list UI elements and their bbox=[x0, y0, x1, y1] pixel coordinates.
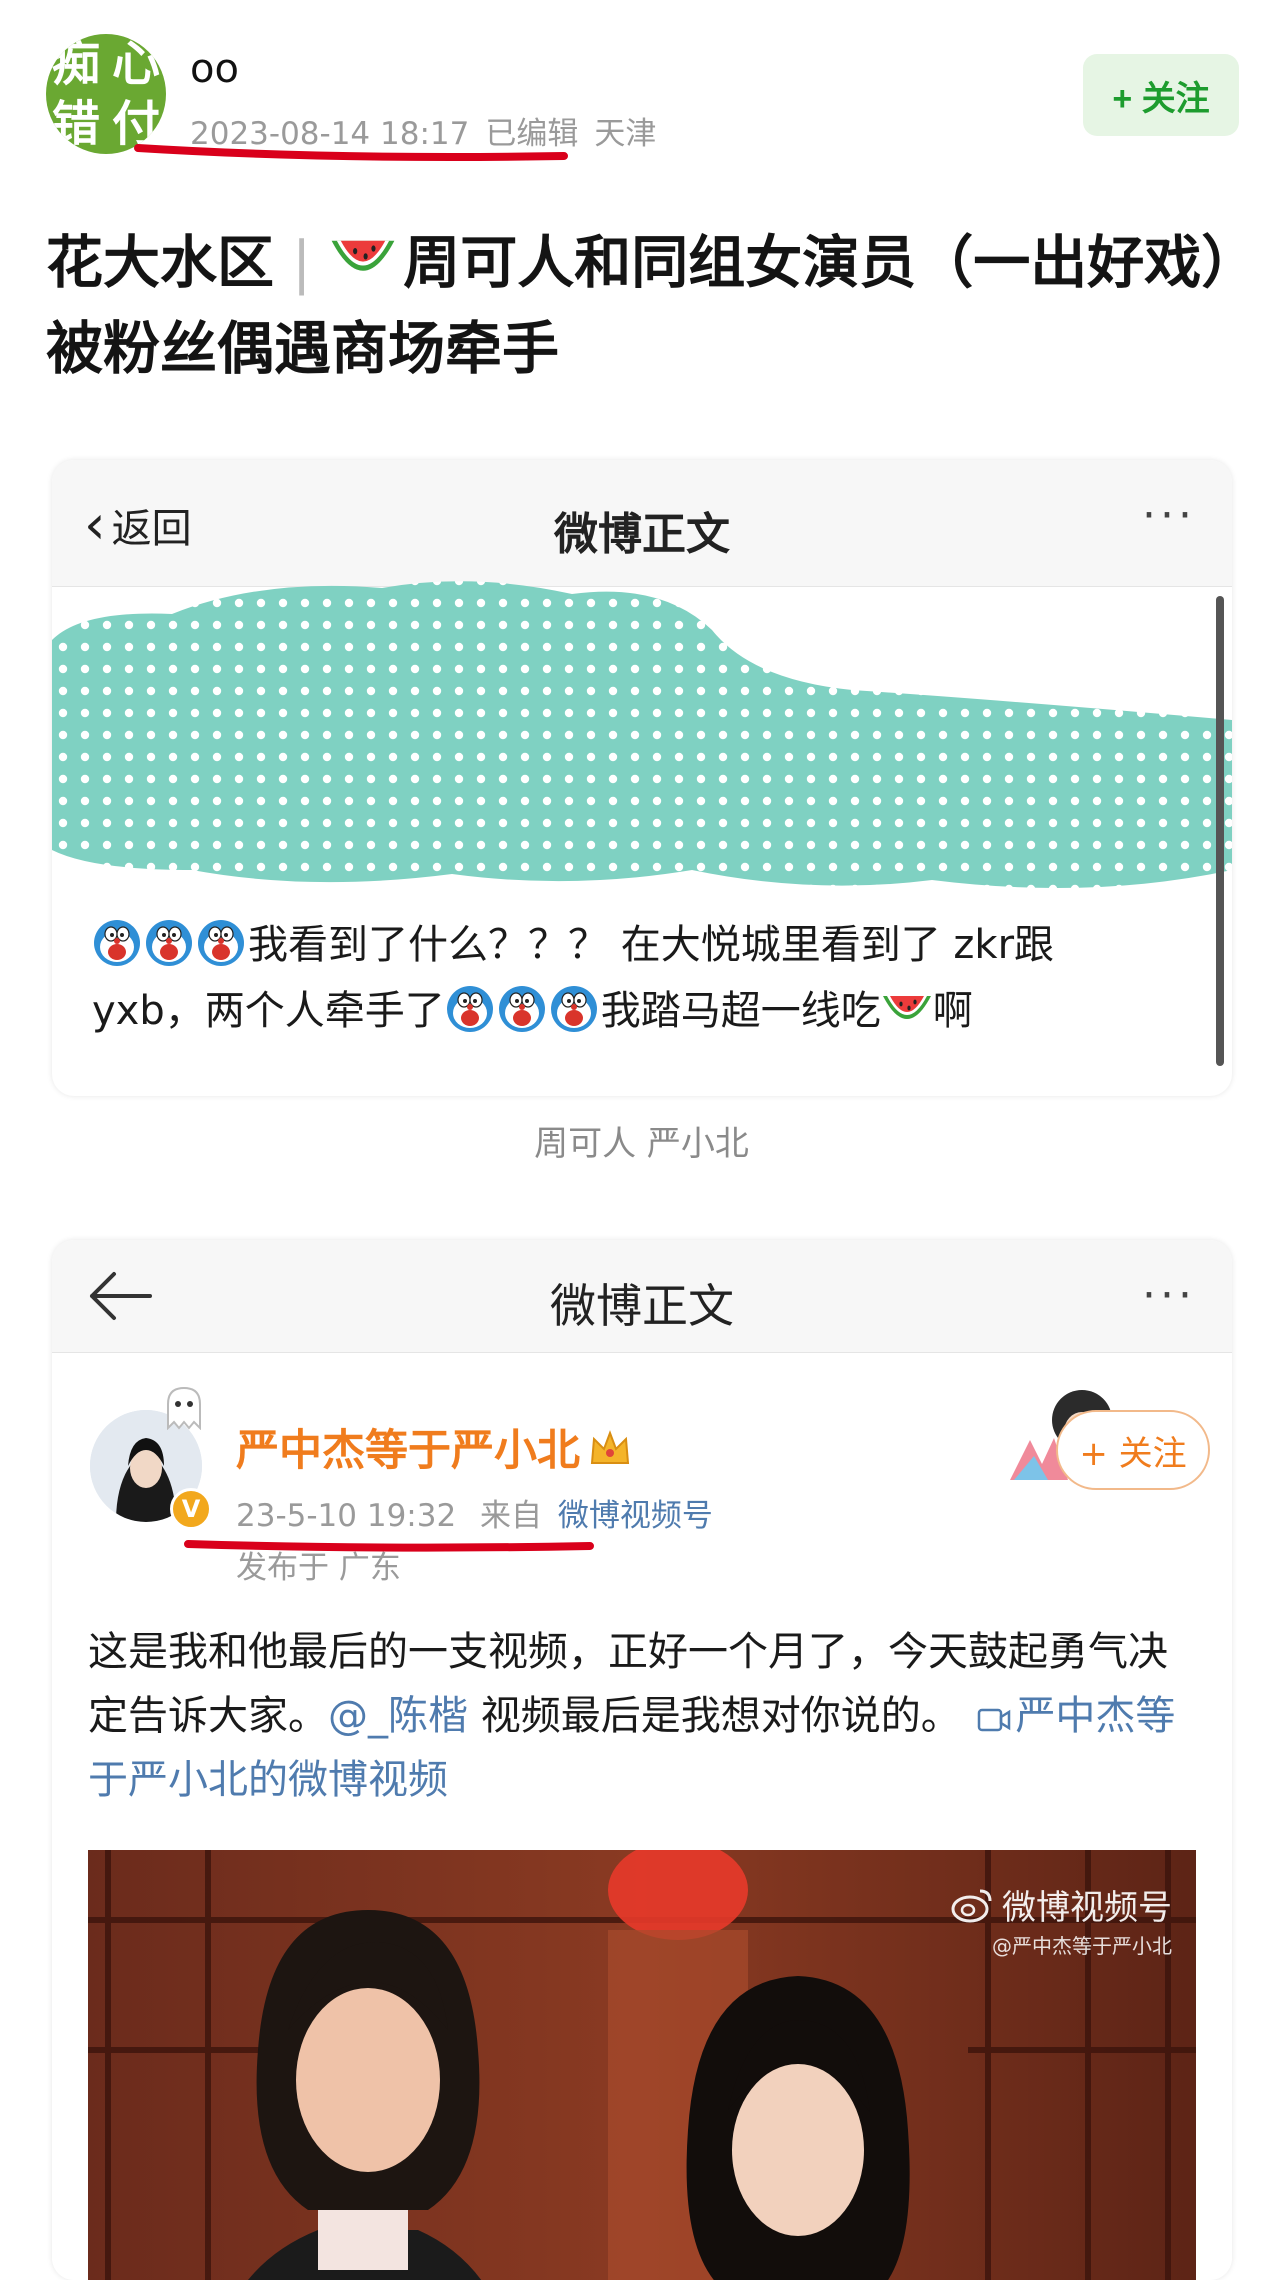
watermelon-emoji-icon bbox=[329, 230, 397, 288]
video-watermark-handle: @严中杰等于严小北 bbox=[992, 1934, 1172, 1958]
avatar-char: 心 bbox=[111, 36, 160, 92]
avatar-char: 痴 bbox=[51, 36, 100, 92]
avatar-char: 付 bbox=[111, 96, 160, 152]
mention-link[interactable]: @_陈楷 bbox=[328, 1693, 468, 1739]
weibo-post-text: 这是我和他最后的一支视频，正好一个月了，今天鼓起勇气决定告诉大家。@_陈楷 视频… bbox=[88, 1620, 1198, 1812]
source-prefix: 来自 bbox=[480, 1498, 543, 1534]
post-meta: 2023-08-14 18:17 已编辑 天津 bbox=[190, 108, 672, 153]
username-text: 严中杰等于严小北 bbox=[236, 1426, 580, 1476]
doraemon-emoji-icon bbox=[144, 918, 194, 968]
more-icon[interactable]: ··· bbox=[1142, 1270, 1196, 1321]
scrollbar[interactable] bbox=[1216, 596, 1224, 1066]
avatar-char: 错 bbox=[51, 96, 100, 152]
follow-button[interactable]: + 关注 bbox=[1083, 54, 1239, 136]
author-name[interactable]: oo bbox=[190, 46, 239, 92]
post-text-part: 我踏马超一线吃 bbox=[600, 988, 881, 1034]
doraemon-emoji-icon bbox=[497, 984, 547, 1034]
video-icon bbox=[978, 1708, 1011, 1732]
title-separator: | bbox=[292, 230, 312, 296]
video-thumbnail[interactable]: 微博视频号 @严中杰等于严小北 bbox=[88, 1850, 1196, 2280]
nav-title: 微博正文 bbox=[554, 509, 730, 560]
post-text-part: 视频最后是我想对你说的。 bbox=[468, 1693, 961, 1739]
weibo-username[interactable]: 严中杰等于严小北 bbox=[236, 1416, 632, 1478]
doraemon-emoji-icon bbox=[196, 918, 246, 968]
weibo-logo-icon bbox=[951, 1889, 992, 1922]
verified-badge: V bbox=[170, 1488, 212, 1530]
weibo-screenshot-2: 微博正文 ··· V 严中杰等于严小北 23-5-10 19:32 来自 微博视… bbox=[52, 1240, 1232, 2280]
post-location: 发布于 广东 bbox=[236, 1550, 401, 1586]
post-text-part: 啊 bbox=[932, 988, 973, 1034]
weibo-nav-bar: ‹ 返回 微博正文 ··· bbox=[52, 460, 1232, 587]
doraemon-emoji-icon bbox=[549, 984, 599, 1034]
image-caption: 周可人 严小北 bbox=[534, 1124, 749, 1164]
post-timestamp: 23-5-10 19:32 来自 微博视频号 bbox=[236, 1490, 713, 1535]
source-link[interactable]: 微博视频号 bbox=[558, 1498, 713, 1534]
post-text-part: 我看到了什么？？？ 在大悦城里看到了 zkr跟 bbox=[248, 922, 1055, 968]
doraemon-emoji-icon bbox=[445, 984, 495, 1034]
edited-label: 已编辑 bbox=[485, 116, 579, 152]
more-icon[interactable]: ··· bbox=[1142, 490, 1196, 541]
mosaic-blur-overlay bbox=[52, 581, 1232, 888]
weibo-post-body: V 严中杰等于严小北 23-5-10 19:32 来自 微博视频号 发布于 广东… bbox=[52, 1370, 1232, 2280]
doraemon-emoji-icon bbox=[92, 918, 142, 968]
follow-button[interactable]: + 关注 bbox=[1056, 1410, 1210, 1490]
video-watermark: 微博视频号 bbox=[950, 1880, 1172, 1929]
ghost-icon bbox=[167, 1386, 201, 1430]
timestamp-text: 23-5-10 19:32 bbox=[236, 1498, 457, 1534]
post-date: 2023-08-14 18:17 bbox=[190, 116, 470, 152]
crown-icon bbox=[590, 1430, 630, 1464]
title-prefix: 花大水区 bbox=[46, 230, 274, 296]
watermark-text: 微博视频号 bbox=[1002, 1888, 1172, 1928]
nav-title: 微博正文 bbox=[550, 1279, 734, 1333]
post-text-part: yxb，两个人牵手了 bbox=[92, 988, 445, 1034]
weibo-nav-bar: 微博正文 ··· bbox=[52, 1240, 1232, 1353]
post-title: 花大水区 | 周可人和同组女演员（一出好戏）被粉丝偶遇商场牵手 bbox=[46, 220, 1236, 392]
author-avatar[interactable]: 痴 心 错 付 bbox=[46, 34, 166, 154]
weibo-screenshot-1: ‹ 返回 微博正文 ··· 我看到了什么？？？ 在大悦城里看到了 zkr跟 yx… bbox=[52, 460, 1232, 1096]
post-location: 天津 bbox=[594, 116, 657, 152]
watermelon-emoji-icon bbox=[881, 988, 933, 1032]
weibo-post-text: 我看到了什么？？？ 在大悦城里看到了 zkr跟 yxb，两个人牵手了 我踏马超一线… bbox=[92, 912, 1192, 1044]
